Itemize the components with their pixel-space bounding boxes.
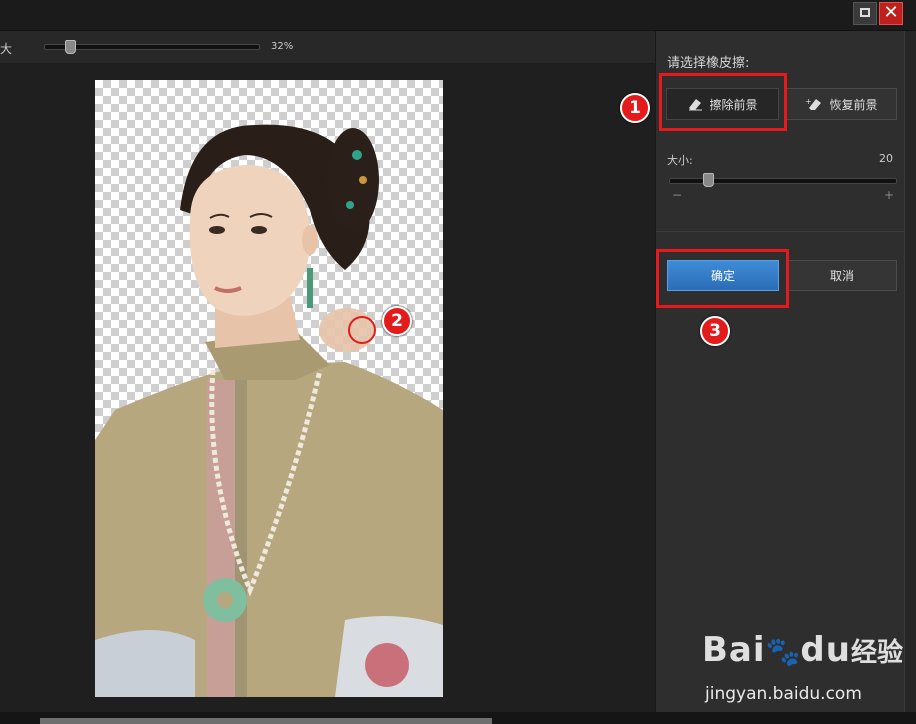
paw-icon: 🐾 — [765, 635, 801, 668]
maximize-button[interactable] — [853, 2, 877, 25]
zoom-label: 大 — [0, 42, 13, 56]
watermark-brand: Bai — [702, 630, 766, 670]
portrait-illustration — [95, 124, 443, 697]
side-edge-strip — [904, 31, 916, 712]
step-marker-2: 2 — [382, 306, 412, 336]
panel-divider — [656, 231, 904, 232]
restore-eraser-icon: + — [805, 97, 822, 110]
restore-foreground-label: 恢复前景 — [829, 97, 878, 112]
bottom-scrollbar-thumb[interactable] — [40, 718, 492, 724]
size-slider-thumb[interactable] — [702, 173, 714, 187]
highlight-erase-button — [659, 73, 787, 131]
baidu-watermark: Bai🐾du经验 — [702, 630, 903, 670]
size-minus-icon[interactable]: − — [672, 188, 682, 202]
highlight-ok-button — [656, 249, 789, 308]
watermark-url: jingyan.baidu.com — [705, 684, 862, 704]
title-bar — [0, 0, 916, 31]
cancel-button[interactable]: 取消 — [787, 260, 897, 291]
eraser-panel-title: 请选择橡皮擦: — [667, 56, 750, 71]
eraser-panel — [655, 31, 905, 712]
size-label: 大小: — [667, 154, 693, 167]
zoom-slider-thumb[interactable] — [65, 40, 77, 54]
step-marker-3: 3 — [700, 316, 730, 346]
restore-foreground-button[interactable]: + 恢复前景 — [786, 88, 897, 120]
watermark-brand-suffix: du — [800, 630, 851, 670]
zoom-value: 32% — [271, 41, 294, 52]
close-button[interactable]: ✕ — [879, 2, 903, 25]
step-marker-1: 1 — [620, 93, 650, 123]
watermark-cn: 经验 — [850, 638, 903, 668]
eraser-brush-cursor — [348, 316, 376, 344]
svg-text:+: + — [805, 97, 812, 106]
cutout-image[interactable] — [95, 80, 443, 697]
size-value: 20 — [879, 152, 893, 165]
size-plus-icon[interactable]: + — [884, 188, 894, 202]
zoom-slider[interactable] — [44, 44, 260, 50]
